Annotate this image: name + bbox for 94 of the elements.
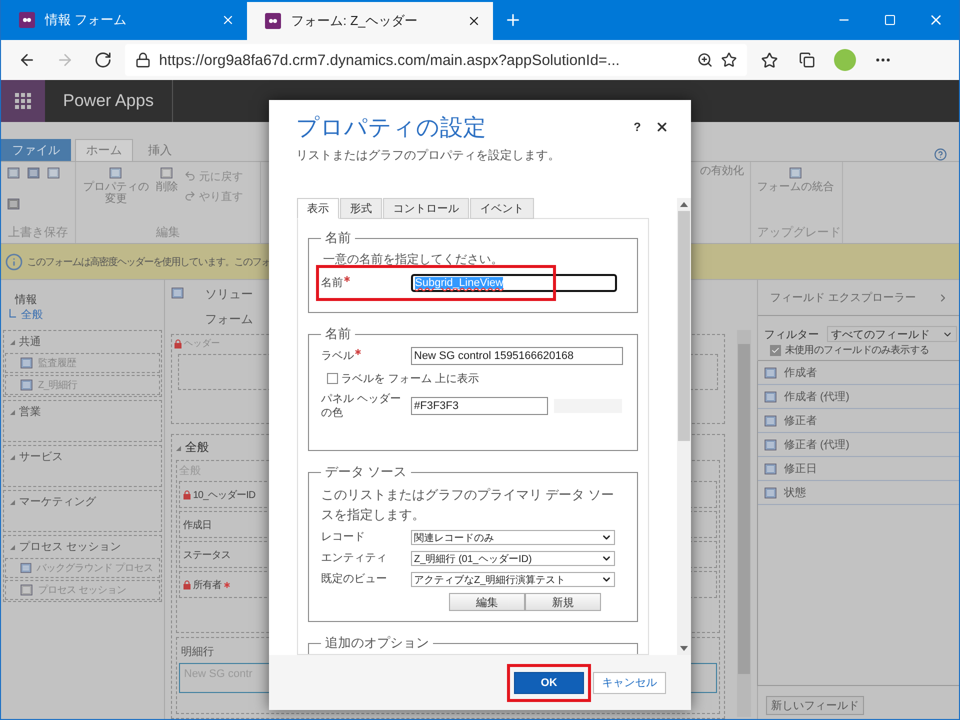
ribbon-button[interactable]: フォームの統合	[757, 166, 834, 224]
scrollbar[interactable]	[737, 330, 751, 717]
field-item[interactable]: 作成者 (代理)	[758, 385, 959, 409]
browser-tab[interactable]: 情報 フォーム	[1, 0, 247, 40]
document-icon	[20, 583, 34, 597]
help-icon[interactable]	[934, 148, 947, 161]
dialog-title: プロパティの設定	[296, 113, 487, 142]
cancel-button[interactable]: キャンセル	[593, 672, 666, 694]
field-label: 名前	[321, 276, 343, 290]
field-icon	[764, 462, 778, 476]
close-icon[interactable]	[655, 120, 669, 134]
scroll-down-icon[interactable]	[680, 646, 688, 651]
ribbon-button[interactable]: プロパティの変更	[82, 166, 150, 224]
help-button[interactable]: ?	[634, 120, 641, 134]
field-item[interactable]: 修正者	[758, 409, 959, 433]
info-message: このフォームは高密度ヘッダーを使用しています。このフォ	[27, 256, 270, 268]
ribbon-button[interactable]: の有効化	[700, 166, 744, 241]
app-icon	[19, 12, 35, 28]
dialog-tab[interactable]: 表示	[297, 198, 339, 219]
checkbox[interactable]	[327, 373, 338, 384]
lock-icon	[183, 580, 191, 590]
dialog-tab[interactable]: 形式	[340, 198, 382, 219]
grid-button[interactable]: 新規	[525, 593, 601, 611]
waffle-icon[interactable]	[1, 80, 45, 122]
scroll-up-icon[interactable]	[680, 202, 688, 207]
group-label: 上書き保存	[7, 224, 69, 241]
dialog-subtitle: リストまたはグラフのプロパティを設定します。	[296, 147, 560, 164]
field-item[interactable]: 作成者	[758, 361, 959, 385]
undo-icon	[184, 170, 196, 182]
field-icon	[764, 486, 778, 500]
favorite-icon[interactable]	[721, 52, 737, 68]
field-label: 既定のビュー	[321, 572, 388, 587]
browser-tab[interactable]: フォーム: Z_ヘッダー	[247, 2, 493, 40]
checkbox-label: ラベルを フォーム 上に表示	[341, 372, 480, 386]
field-label: エンティティ	[321, 551, 388, 566]
field-item[interactable]: 修正者 (代理)	[758, 433, 959, 457]
zoom-icon[interactable]	[697, 52, 713, 68]
form-label: フォーム	[205, 311, 253, 328]
nav-heading: 情報	[14, 293, 38, 307]
checkbox[interactable]	[770, 344, 781, 356]
ok-button[interactable]: OK	[514, 672, 584, 694]
document-icon	[20, 378, 34, 392]
lock-icon	[135, 52, 151, 68]
filter-label: フィルター	[764, 328, 819, 342]
group-label: 編集	[155, 224, 181, 241]
group-legend: 追加のオプション	[321, 634, 433, 652]
dialog-tab[interactable]: コントロール	[383, 198, 469, 219]
grid-button[interactable]: 編集	[449, 593, 525, 611]
field-label: パネル ヘッダーの色	[321, 392, 402, 421]
field-item[interactable]: 修正日	[758, 457, 959, 481]
nav-section[interactable]: 共通	[4, 331, 161, 352]
tab-label: 全般	[176, 439, 209, 456]
ribbon-button[interactable]: 削除	[156, 166, 178, 224]
description-text: このリストまたはグラフのプライマリ データ ソースを指定します。	[321, 486, 616, 524]
select-field[interactable]: Z_明細行 (01_ヘッダーID)	[411, 551, 615, 566]
info-icon	[5, 252, 23, 270]
field-icon	[764, 414, 778, 428]
subgrid-label: 明細行	[180, 645, 214, 659]
nav-link[interactable]: 全般	[3, 307, 162, 322]
name-field[interactable]: Subgrid_LineView	[411, 274, 617, 292]
field-label: レコード	[321, 530, 366, 545]
hint-text: 一意の名前を指定してください。	[322, 251, 504, 268]
ribbon-tab[interactable]: 挿入	[137, 139, 183, 161]
close-icon[interactable]	[467, 14, 481, 28]
filter-select[interactable]: すべてのフィールド	[827, 326, 957, 342]
field-icon	[764, 366, 778, 380]
field-label: ラベル	[321, 348, 354, 364]
panel-title: フィールド エクスプローラー	[770, 290, 916, 305]
address-field[interactable]: https://org9a8fa67d.crm7.dynamics.com/main.aspx?appSolutionId=...	[125, 44, 747, 76]
required-icon	[224, 582, 230, 588]
solution-label: ソリュー	[205, 286, 253, 303]
field-icon	[764, 438, 778, 452]
scrollbar[interactable]	[677, 198, 691, 655]
select-field[interactable]: 関連レコードのみ	[411, 530, 615, 545]
select-field[interactable]: アクティブなZ_明細行演算テスト	[411, 572, 615, 587]
lock-icon	[174, 338, 182, 348]
lock-icon	[183, 490, 191, 500]
group-legend: データ ソース	[321, 463, 411, 481]
new-field-button[interactable]: 新しいフィールド	[766, 696, 864, 715]
color-field[interactable]: #F3F3F3	[411, 397, 548, 416]
checkbox-label: 未使用のフィールドのみ表示する	[785, 344, 930, 357]
group-legend: 名前	[321, 229, 355, 247]
document-icon	[20, 356, 34, 370]
ribbon-tab[interactable]: ファイル	[1, 139, 71, 161]
field-icon	[764, 390, 778, 404]
app-icon	[265, 13, 281, 29]
ribbon-tab[interactable]: ホーム	[75, 139, 133, 161]
redo-icon	[184, 190, 196, 202]
tree-line-icon	[9, 309, 16, 318]
field-item[interactable]: 状態	[758, 481, 959, 505]
group-legend: 名前	[321, 325, 355, 343]
nav-section[interactable]: プロセス セッション	[4, 536, 161, 557]
label-field[interactable]: New SG control 1595166620168	[411, 347, 623, 365]
dialog-tab[interactable]: イベント	[470, 198, 534, 219]
